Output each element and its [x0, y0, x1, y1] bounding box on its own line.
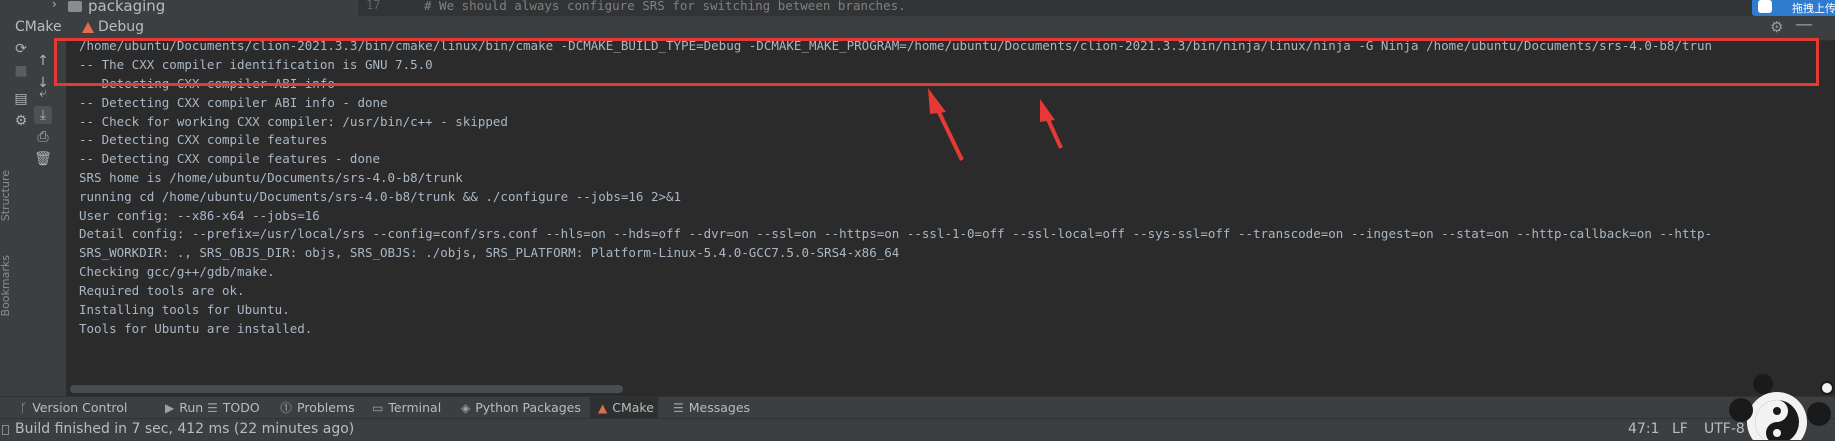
minimize-icon[interactable]: — — [1795, 14, 1813, 35]
side-tab-structure[interactable]: Structure — [0, 170, 12, 221]
line-number: 17 — [366, 0, 381, 12]
cloud-icon — [1758, 0, 1772, 13]
console-line: Required tools are ok. — [79, 283, 245, 298]
console-line: SRS_WORKDIR: ., SRS_OBJS_DIR: objs, SRS_… — [79, 245, 900, 260]
console-line: -- Check for working CXX compiler: /usr/… — [79, 114, 508, 129]
console-line: running cd /home/ubuntu/Documents/srs-4.… — [79, 189, 682, 204]
tab-problems[interactable]: ⓵ Problems — [280, 397, 355, 419]
console-line: Checking gcc/g++/gdb/make. — [79, 264, 275, 279]
line-ending[interactable]: LF — [1672, 421, 1688, 437]
terminal-icon: ▭ — [372, 401, 384, 415]
console-line: Detail config: --prefix=/usr/local/srs -… — [79, 226, 1713, 241]
tab-version-control[interactable]: ᚴ Version Control — [20, 397, 127, 419]
settings-icon[interactable]: ⚙ — [12, 112, 30, 130]
cmake-settings-icon[interactable]: ▤ — [12, 90, 30, 108]
highlight-box — [54, 38, 1819, 86]
console-toolbar: ⟳ ↑ ■ ↓ ⤶ ▤ ⤓ ⚙ ⎙ 🗑 — [14, 40, 67, 396]
list-icon: ☰ — [207, 401, 218, 415]
gear-icon[interactable]: ⚙ — [1770, 18, 1783, 36]
console-line: -- Detecting CXX compiler ABI info - don… — [79, 95, 388, 110]
chevron-right-icon[interactable]: › — [52, 0, 57, 11]
tab-cmake[interactable]: ▲ CMake — [590, 397, 658, 419]
tab-terminal[interactable]: ▭ Terminal — [372, 397, 441, 419]
console-line: Installing tools for Ubuntu. — [79, 302, 290, 317]
tab-python-packages[interactable]: ◈ Python Packages — [461, 397, 581, 419]
tab-debug[interactable]: Debug — [98, 19, 144, 35]
console-line: -- Detecting CXX compile features — [79, 132, 328, 147]
console-line: -- Detecting CXX compile features - done — [79, 151, 381, 166]
warning-icon: ⓵ — [280, 401, 293, 415]
console-line: Tools for Ubuntu are installed. — [79, 321, 313, 336]
console-output[interactable]: /home/ubuntu/Documents/clion-2021.3.3/bi… — [66, 40, 1819, 396]
scroll-up-icon[interactable]: ↑ — [34, 52, 52, 70]
scroll-to-end-icon[interactable]: ⤓ — [34, 106, 52, 124]
layers-icon: ◈ — [461, 401, 471, 415]
bottom-tool-tabs: ᚴ Version Control ▶ Run ☰ TODO ⓵ Problems ▭ T… — [0, 396, 1835, 419]
stop-icon[interactable]: ■ — [12, 62, 30, 80]
code-line: # We should always configure SRS for swi… — [424, 0, 906, 13]
tab-run[interactable]: ▶ Run — [165, 397, 203, 419]
run-icon: ▶ — [165, 401, 175, 415]
status-message[interactable]: Build finished in 7 sec, 412 ms (22 minu… — [15, 421, 354, 437]
cmake-icon: ▲ — [598, 401, 608, 415]
upload-badge[interactable]: 拖拽上传 — [1752, 0, 1835, 16]
side-tab-bookmarks[interactable]: Bookmarks — [0, 255, 12, 316]
horizontal-scrollbar[interactable] — [70, 385, 623, 393]
editor-strip: › packaging 17 # We should always config… — [0, 0, 1835, 16]
cmake-icon — [82, 22, 94, 33]
print-icon[interactable]: ⎙ — [34, 128, 52, 146]
avatar-widget[interactable] — [1723, 372, 1835, 440]
branch-icon: ᚴ — [20, 401, 28, 415]
reload-icon[interactable]: ⟳ — [12, 40, 30, 58]
tab-todo[interactable]: ☰ TODO — [207, 397, 260, 419]
caret-position[interactable]: 47:1 — [1628, 421, 1659, 437]
console-line: SRS home is /home/ubuntu/Documents/srs-4… — [79, 170, 463, 185]
project-tree-strip: › packaging — [0, 0, 358, 16]
soft-wrap-icon[interactable]: ⤶ — [34, 84, 52, 102]
status-toggle-icon[interactable] — [2, 425, 9, 435]
messages-icon: ☰ — [673, 401, 684, 415]
folder-icon — [68, 1, 82, 12]
console-line: User config: --x86-x64 --jobs=16 — [79, 208, 320, 223]
trash-icon[interactable]: 🗑 — [34, 150, 52, 168]
status-bar: Build finished in 7 sec, 412 ms (22 minu… — [0, 418, 1835, 441]
tab-messages[interactable]: ☰ Messages — [673, 397, 750, 419]
tool-window-title: CMake — [15, 19, 62, 35]
tree-item-packaging[interactable]: packaging — [88, 0, 165, 15]
